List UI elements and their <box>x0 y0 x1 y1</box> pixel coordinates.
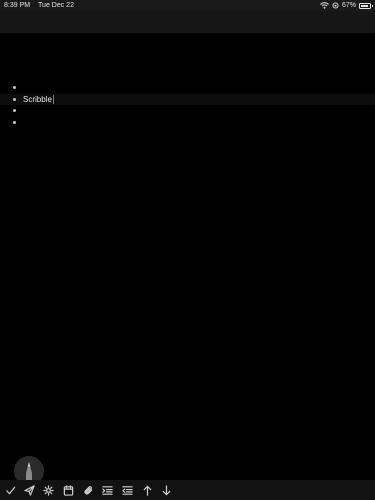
outline-row-text-editing[interactable]: Scribble <box>23 94 54 106</box>
battery-percent: 67% <box>341 2 356 9</box>
status-left: 8:39 PM Tue Dec 22 <box>4 0 74 11</box>
navigation-bar <box>0 11 375 33</box>
calendar-icon[interactable] <box>61 483 75 497</box>
checkmark-icon[interactable] <box>3 483 17 497</box>
outline-row-3[interactable] <box>0 105 375 117</box>
pencil-icon <box>26 462 32 480</box>
wifi-icon <box>320 2 329 9</box>
outline-row-1[interactable] <box>0 82 375 94</box>
bullet-icon[interactable] <box>13 120 16 124</box>
gear-icon[interactable] <box>41 483 55 497</box>
status-bar: 8:39 PM Tue Dec 22 67% <box>0 0 375 11</box>
bullet-icon[interactable] <box>13 97 16 101</box>
status-date: Tue Dec 22 <box>38 2 74 9</box>
outdent-icon[interactable] <box>120 483 134 497</box>
text-cursor <box>52 94 54 104</box>
bottom-toolbar <box>0 480 375 500</box>
bullet-icon[interactable] <box>13 109 16 112</box>
outline-row-label[interactable]: Scribble <box>23 95 52 104</box>
battery-fill <box>361 4 368 7</box>
arrow-down-icon[interactable] <box>159 483 173 497</box>
outline-row-4[interactable] <box>0 117 375 129</box>
rotation-lock-icon <box>332 2 339 9</box>
app-screen: 8:39 PM Tue Dec 22 67% Scribble <box>0 0 375 500</box>
outline-list: Scribble <box>0 82 375 128</box>
indent-icon[interactable] <box>100 483 114 497</box>
status-right: 67% <box>320 0 373 11</box>
attachment-icon[interactable] <box>81 483 95 497</box>
battery-icon <box>359 2 373 9</box>
outline-row-2[interactable]: Scribble <box>0 93 375 106</box>
bullet-icon[interactable] <box>13 86 16 89</box>
arrow-up-icon[interactable] <box>140 483 154 497</box>
send-icon[interactable] <box>22 483 36 497</box>
status-time: 8:39 PM <box>4 2 31 9</box>
